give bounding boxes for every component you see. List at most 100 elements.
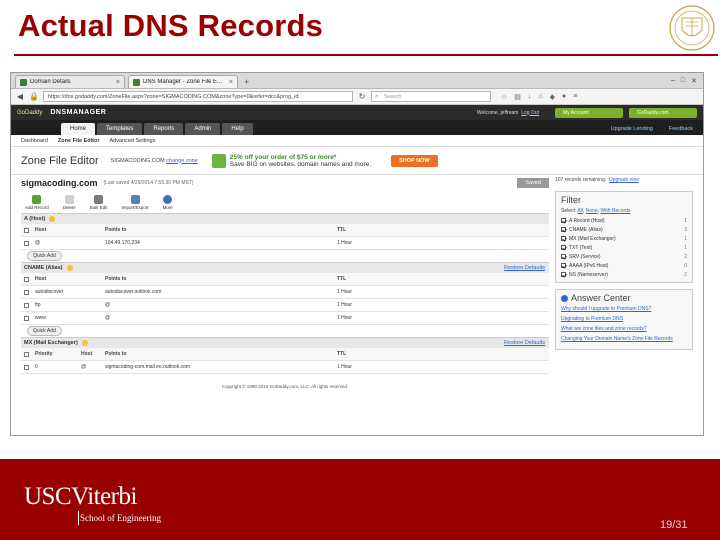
answer-link[interactable]: What are zone files and zone records?: [561, 326, 687, 332]
browser-tab-dns-manager[interactable]: DNS Manager - Zone File E... ×: [128, 75, 238, 88]
title-rule: [14, 54, 718, 56]
shop-now-button[interactable]: SHOP NOW: [391, 154, 438, 167]
godaddy-com-button[interactable]: GoDaddy.com: [629, 107, 697, 118]
row-checkbox[interactable]: [24, 240, 29, 246]
table-row[interactable]: ftp @ 1 Hour: [21, 299, 549, 312]
menu-icon[interactable]: ≡: [573, 93, 577, 101]
select-all-checkbox[interactable]: [24, 351, 29, 357]
shield-icon[interactable]: ◆: [550, 93, 555, 101]
filter-item[interactable]: AAAA (IPv6 Host) 0: [561, 261, 687, 270]
maximize-icon[interactable]: □: [681, 77, 685, 85]
help-icon[interactable]: [49, 216, 56, 222]
filter-checkbox[interactable]: [561, 254, 566, 259]
section-a-header[interactable]: A (Host): [21, 213, 549, 224]
filter-checkbox[interactable]: [561, 245, 566, 250]
saved-button[interactable]: Saved: [517, 178, 549, 188]
section-mx-header[interactable]: MX (Mail Exchanger) Restore Defaults: [21, 337, 549, 348]
quick-add-button[interactable]: Quick Add: [27, 326, 62, 336]
row-checkbox[interactable]: [24, 364, 29, 370]
table-row[interactable]: @ 104.49.170.234 1 Hour: [21, 237, 549, 250]
bulk-edit-button[interactable]: Bulk Edit: [90, 194, 108, 210]
filter-item[interactable]: TXT (Text) 1: [561, 243, 687, 252]
welcome-text: Welcome, jeffream Log Out: [476, 109, 539, 116]
records-area: sigmacoding.com (Last saved 4/29/2014 7:…: [11, 175, 555, 389]
answer-link[interactable]: Changing Your Domain Name's Zone File Re…: [561, 336, 687, 342]
answer-center-panel: Answer Center Why should I upgrade to Pr…: [555, 289, 693, 350]
add-record-button[interactable]: Add Record: [25, 194, 49, 210]
row-checkbox[interactable]: [24, 289, 29, 295]
tab-label: Domain Details: [30, 79, 71, 85]
address-bar[interactable]: https://dns.godaddy.com/ZoneFile.aspx?zo…: [43, 91, 353, 102]
reload-icon[interactable]: ↻: [357, 92, 367, 101]
addon-icon[interactable]: ●: [562, 93, 566, 101]
tab-home[interactable]: Home: [61, 123, 96, 135]
help-icon[interactable]: [81, 340, 88, 346]
promo-headline: 25% off your order of $75 or more*: [229, 153, 337, 161]
answer-center-title: Answer Center: [561, 293, 687, 303]
download-icon[interactable]: ↓: [528, 93, 532, 101]
back-icon[interactable]: ◀: [15, 92, 25, 101]
answer-link[interactable]: Upgrading to Premium DNS: [561, 316, 687, 322]
feedback-link[interactable]: Feedback: [669, 126, 693, 132]
select-all-checkbox[interactable]: [24, 276, 29, 282]
search-input[interactable]: ⌕ Search: [371, 91, 491, 102]
crumb-dashboard[interactable]: Dashboard: [21, 138, 48, 144]
section-cname-header[interactable]: CNAME (Alias) Restore Defaults: [21, 262, 549, 273]
close-icon[interactable]: ×: [116, 79, 120, 86]
filter-checkbox[interactable]: [561, 272, 566, 277]
filter-checkbox[interactable]: [561, 236, 566, 241]
tab-help[interactable]: Help: [222, 123, 253, 135]
filter-checkbox[interactable]: [561, 227, 566, 232]
restore-defaults-link[interactable]: Restore Defaults: [504, 265, 545, 271]
close-icon[interactable]: ×: [229, 79, 233, 86]
row-checkbox[interactable]: [24, 302, 29, 308]
promo-banner[interactable]: 25% off your order of $75 or more* Save …: [211, 153, 438, 168]
change-zone-link[interactable]: change zone: [166, 158, 198, 164]
import-export-button[interactable]: Import/Export: [122, 194, 149, 210]
select-all-checkbox[interactable]: [24, 227, 29, 233]
promo-icon: [211, 153, 226, 168]
upgrade-lending-link[interactable]: Upgrade Lending: [611, 126, 653, 132]
godaddy-header: GoDaddy DNSMANAGER Welcome, jeffream Log…: [11, 105, 703, 120]
search-icon: ⌕: [375, 94, 379, 100]
filter-with-records-link[interactable]: With Records: [601, 208, 631, 214]
table-header: Priority Host Points to TTL: [21, 348, 549, 361]
my-account-button[interactable]: My Account: [555, 107, 623, 118]
home-icon[interactable]: ⌂: [538, 93, 542, 101]
table-row[interactable]: 0 @ sigmacoding-com.mail.eo.outlook.com …: [21, 361, 549, 374]
delete-button[interactable]: Delete: [63, 194, 76, 210]
quick-add-button[interactable]: Quick Add: [27, 251, 62, 261]
minimize-icon[interactable]: –: [671, 77, 675, 85]
star-icon[interactable]: ☆: [501, 93, 507, 101]
table-row[interactable]: www @ 1 Hour: [21, 312, 549, 325]
table-row[interactable]: autodiscover autodiscover.outlook.com 1 …: [21, 286, 549, 299]
tab-admin[interactable]: Admin: [185, 123, 221, 135]
tab-reports[interactable]: Reports: [144, 123, 184, 135]
upgrade-now-link[interactable]: Upgrade now: [609, 177, 639, 183]
restore-defaults-link[interactable]: Restore Defaults: [504, 340, 545, 346]
filter-item[interactable]: MX (Mail Exchanger) 1: [561, 234, 687, 243]
crumb-zone-file-editor[interactable]: Zone File Editor: [58, 138, 100, 144]
filter-item[interactable]: SRV (Service) 2: [561, 252, 687, 261]
filter-checkbox[interactable]: [561, 263, 566, 268]
tab-templates[interactable]: Templates: [97, 123, 143, 135]
filter-item[interactable]: NS (Nameserver) 2: [561, 270, 687, 279]
more-button[interactable]: More: [163, 194, 173, 210]
filter-all-link[interactable]: All: [577, 208, 583, 214]
logout-link[interactable]: Log Out: [521, 110, 539, 116]
answer-link[interactable]: Why should I upgrade to Premium DNS?: [561, 306, 687, 312]
new-tab-icon[interactable]: +: [244, 77, 249, 87]
help-icon[interactable]: [66, 265, 73, 271]
crumb-advanced-settings[interactable]: Advanced Settings: [109, 138, 155, 144]
godaddy-logo[interactable]: GoDaddy: [17, 110, 42, 116]
filter-title: Filter: [561, 195, 581, 205]
row-checkbox[interactable]: [24, 315, 29, 321]
bookmarks-icon[interactable]: ▤: [514, 93, 521, 101]
close-window-icon[interactable]: ✕: [691, 77, 697, 85]
records-remaining: 107 records remaining. Upgrade now: [555, 177, 639, 183]
filter-item[interactable]: CNAME (Alias) 3: [561, 225, 687, 234]
filter-item[interactable]: A Record (Host) 1: [561, 216, 687, 225]
filter-checkbox[interactable]: [561, 218, 566, 223]
filter-none-link[interactable]: None: [586, 208, 598, 214]
browser-tab-domain-details[interactable]: Domain Details ×: [15, 75, 125, 88]
